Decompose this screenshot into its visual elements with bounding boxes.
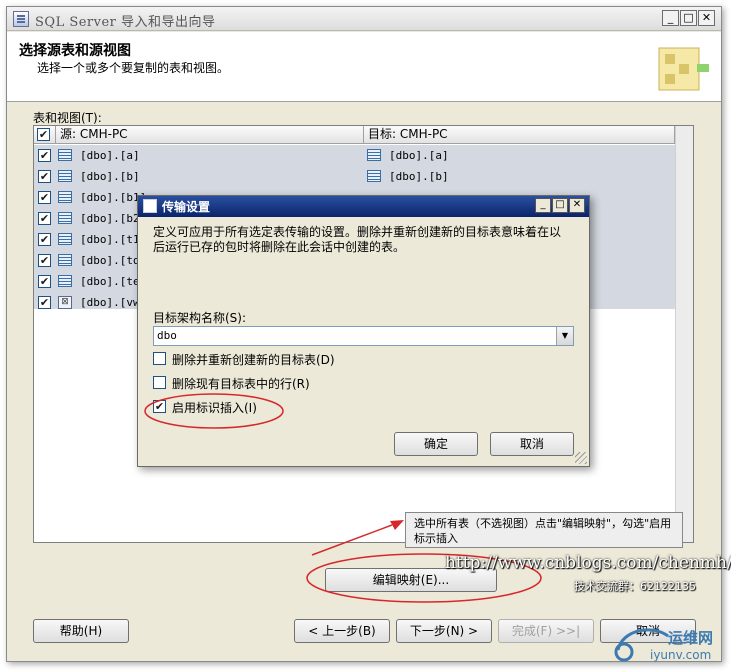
site-url: iyunv.com: [650, 648, 712, 662]
contact-watermark: 技术交流群：62122135: [574, 580, 696, 593]
arrow-head-icon: [390, 520, 404, 530]
blog-watermark: http://www.cnblogs.com/chenmh/: [445, 553, 731, 573]
annotation-arrow: [311, 524, 393, 556]
site-name: 运维网: [668, 629, 714, 647]
annotation-callout: 选中所有表（不选视图）点击"编辑映射"，勾选"启用标示插入: [405, 512, 683, 548]
highlight-ellipse-identity: [144, 393, 284, 429]
